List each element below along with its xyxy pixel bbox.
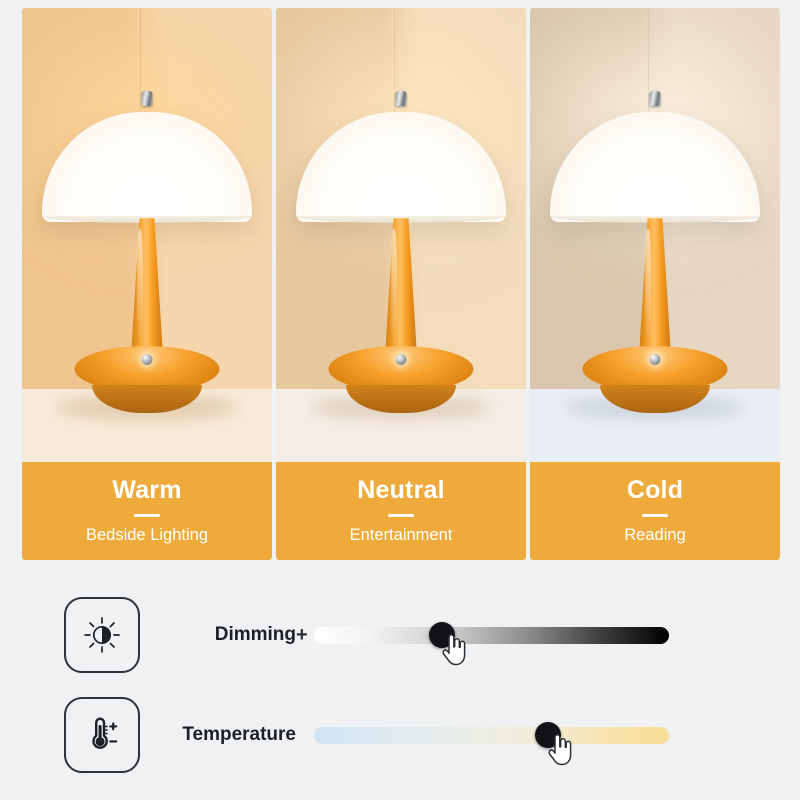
lamp-stem: [130, 218, 164, 360]
scene-warm: [22, 8, 272, 462]
dimming-label: Dimming: [214, 624, 296, 645]
lamp-photo-cold: [530, 8, 780, 462]
dimming-track[interactable]: [314, 626, 669, 644]
dimming-knob[interactable]: [428, 622, 455, 648]
mode-caption-neutral: Neutral Entertainment: [276, 462, 526, 560]
dimming-slider[interactable]: +: [296, 615, 669, 666]
touch-switch-icon: [141, 354, 153, 366]
finial-icon: [141, 90, 153, 106]
scene-neutral: [276, 8, 526, 462]
lamp-photo-warm: [22, 8, 272, 462]
control-row-dimming: Dimming +: [0, 585, 800, 685]
control-row-temperature: Temperature: [0, 685, 800, 785]
thermometer-icon: [92, 717, 118, 749]
mode-title: Warm: [112, 476, 182, 505]
temperature-label: Temperature: [182, 724, 296, 745]
caption-divider: [134, 514, 160, 518]
lighting-mode-gallery: Warm Bedside Lighting Neutral Entertainm…: [22, 8, 780, 560]
mode-title: Cold: [626, 476, 684, 505]
lamp-stem: [638, 218, 672, 360]
finial-icon: [649, 90, 661, 106]
mode-panel-neutral[interactable]: Neutral Entertainment: [276, 8, 526, 560]
mode-subtitle: Entertainment: [349, 526, 453, 545]
mode-title: Neutral: [357, 476, 445, 505]
scene-cold: [530, 8, 780, 462]
lamp-figure: [530, 63, 780, 421]
lamp-figure: [22, 63, 272, 421]
lamp-stem: [384, 218, 418, 360]
plus-icon: +: [296, 624, 308, 646]
mode-subtitle: Reading: [624, 526, 686, 545]
stem-highlight: [137, 228, 143, 350]
lamp-photo-neutral: [276, 8, 526, 462]
thermometer-icon-box[interactable]: [64, 697, 140, 773]
stem-highlight: [391, 228, 397, 350]
mode-subtitle: Bedside Lighting: [85, 526, 208, 545]
mode-caption-cold: Cold Reading: [530, 462, 780, 560]
control-section: Dimming + Temperature: [0, 585, 800, 785]
stem-highlight: [645, 228, 651, 350]
brightness-icon: [84, 617, 120, 653]
lamp-shade: [550, 112, 760, 222]
brightness-icon-box[interactable]: [64, 597, 140, 673]
temperature-track[interactable]: [314, 726, 669, 744]
lamp-shade: [42, 112, 252, 222]
caption-divider: [642, 514, 668, 518]
lamp-shade: [296, 112, 506, 222]
caption-divider: [388, 514, 414, 518]
touch-switch-icon: [649, 354, 661, 366]
temperature-knob[interactable]: [535, 722, 562, 748]
mode-caption-warm: Warm Bedside Lighting: [22, 462, 272, 560]
finial-icon: [395, 90, 407, 106]
lamp-figure: [276, 63, 526, 421]
touch-switch-icon: [395, 354, 407, 366]
temperature-slider[interactable]: [314, 715, 669, 766]
mode-panel-warm[interactable]: Warm Bedside Lighting: [22, 8, 272, 560]
mode-panel-cold[interactable]: Cold Reading: [530, 8, 780, 560]
